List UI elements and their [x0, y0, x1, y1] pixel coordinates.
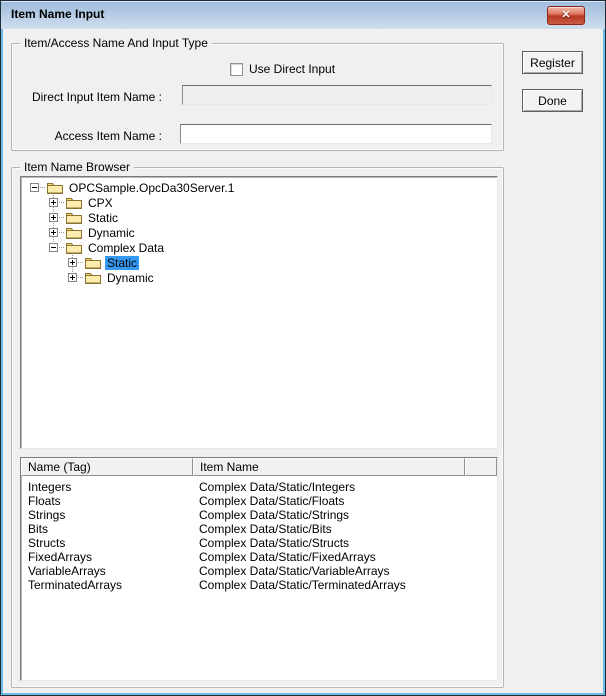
list-header: Name (Tag)Item Name	[21, 458, 497, 476]
item-name-input-dialog: Item Name Input ✕ Item/Access Name And I…	[0, 0, 606, 696]
tree-item-label[interactable]: Dynamic	[86, 226, 137, 240]
use-direct-input-label: Use Direct Input	[249, 62, 335, 76]
cell-item-name: Complex Data/Static/Bits	[193, 522, 497, 536]
access-item-name-field[interactable]	[180, 124, 492, 144]
cell-name-tag: Strings	[21, 508, 193, 522]
folder-icon	[47, 181, 63, 194]
cell-item-name: Complex Data/Static/Strings	[193, 508, 497, 522]
tree-connector	[78, 262, 84, 263]
tree-connector	[59, 217, 65, 218]
cell-name-tag: VariableArrays	[21, 564, 193, 578]
cell-item-name: Complex Data/Static/FixedArrays	[193, 550, 497, 564]
tree-connector	[59, 232, 65, 233]
collapse-minus-icon[interactable]	[30, 183, 39, 192]
tree-connector	[40, 187, 46, 188]
input-type-groupbox: Item/Access Name And Input Type Use Dire…	[11, 43, 504, 151]
folder-icon	[66, 196, 82, 209]
titlebar[interactable]: Item Name Input ✕	[1, 1, 605, 29]
expand-plus-icon[interactable]	[49, 198, 58, 207]
tree-item[interactable]: Complex Data	[21, 240, 497, 255]
item-name-browser-groupbox: Item Name Browser OPCSample.OpcDa30Serve…	[11, 167, 504, 688]
expand-plus-icon[interactable]	[68, 273, 77, 282]
folder-icon	[85, 271, 101, 284]
tree-item-label[interactable]: Dynamic	[105, 271, 156, 285]
tree-connector	[78, 277, 84, 278]
direct-input-item-name-field[interactable]	[182, 85, 492, 105]
cell-item-name: Complex Data/Static/TerminatedArrays	[193, 578, 497, 592]
table-row[interactable]: StringsComplex Data/Static/Strings	[21, 508, 497, 522]
table-row[interactable]: FixedArraysComplex Data/Static/FixedArra…	[21, 550, 497, 564]
tree-item[interactable]: CPX	[21, 195, 497, 210]
cell-name-tag: FixedArrays	[21, 550, 193, 564]
column-header[interactable]: Item Name	[193, 458, 465, 476]
tree-item[interactable]: Dynamic	[21, 270, 497, 285]
column-header[interactable]: Name (Tag)	[21, 458, 193, 476]
item-tree[interactable]: OPCSample.OpcDa30Server.1CPXStaticDynami…	[20, 176, 498, 449]
cell-item-name: Complex Data/Static/VariableArrays	[193, 564, 497, 578]
folder-icon	[66, 241, 82, 254]
collapse-minus-icon[interactable]	[49, 243, 58, 252]
tree-item-label[interactable]: Static	[86, 211, 120, 225]
tree-item[interactable]: Static	[21, 210, 497, 225]
item-name-browser-title: Item Name Browser	[20, 160, 134, 174]
folder-icon	[66, 226, 82, 239]
tree-item[interactable]: Dynamic	[21, 225, 497, 240]
table-row[interactable]: FloatsComplex Data/Static/Floats	[21, 494, 497, 508]
cell-name-tag: Floats	[21, 494, 193, 508]
table-row[interactable]: VariableArraysComplex Data/Static/Variab…	[21, 564, 497, 578]
tree-item-label[interactable]: OPCSample.OpcDa30Server.1	[67, 181, 236, 195]
tree-connector	[59, 202, 65, 203]
input-type-groupbox-title: Item/Access Name And Input Type	[20, 36, 212, 50]
access-item-name-label: Access Item Name :	[22, 129, 162, 143]
close-icon: ✕	[561, 9, 570, 21]
cell-item-name: Complex Data/Static/Integers	[193, 480, 497, 494]
cell-name-tag: Structs	[21, 536, 193, 550]
cell-name-tag: TerminatedArrays	[21, 578, 193, 592]
use-direct-input-row[interactable]: Use Direct Input	[230, 62, 335, 76]
cell-name-tag: Integers	[21, 480, 193, 494]
table-row[interactable]: IntegersComplex Data/Static/Integers	[21, 480, 497, 494]
list-body: IntegersComplex Data/Static/IntegersFloa…	[21, 476, 497, 680]
column-header-filler	[465, 458, 497, 476]
expand-plus-icon[interactable]	[49, 228, 58, 237]
done-button[interactable]: Done	[522, 89, 583, 112]
folder-icon	[85, 256, 101, 269]
tree-item-label-selected[interactable]: Static	[105, 256, 139, 270]
expand-plus-icon[interactable]	[49, 213, 58, 222]
cell-item-name: Complex Data/Static/Floats	[193, 494, 497, 508]
window-title: Item Name Input	[11, 1, 104, 28]
tree-item[interactable]: Static	[21, 255, 497, 270]
tree-item-label[interactable]: Complex Data	[86, 241, 166, 255]
folder-icon	[66, 211, 82, 224]
direct-input-item-name-label: Direct Input Item Name :	[22, 90, 162, 104]
table-row[interactable]: StructsComplex Data/Static/Structs	[21, 536, 497, 550]
use-direct-input-checkbox[interactable]	[230, 63, 243, 76]
table-row[interactable]: BitsComplex Data/Static/Bits	[21, 522, 497, 536]
table-row[interactable]: TerminatedArraysComplex Data/Static/Term…	[21, 578, 497, 592]
close-button[interactable]: ✕	[547, 6, 585, 25]
item-list: Name (Tag)Item Name IntegersComplex Data…	[20, 457, 498, 681]
tree-item[interactable]: OPCSample.OpcDa30Server.1	[21, 180, 497, 195]
expand-plus-icon[interactable]	[68, 258, 77, 267]
tree-item-label[interactable]: CPX	[86, 196, 115, 210]
tree-connector	[59, 247, 65, 248]
cell-name-tag: Bits	[21, 522, 193, 536]
cell-item-name: Complex Data/Static/Structs	[193, 536, 497, 550]
register-button[interactable]: Register	[522, 51, 583, 74]
